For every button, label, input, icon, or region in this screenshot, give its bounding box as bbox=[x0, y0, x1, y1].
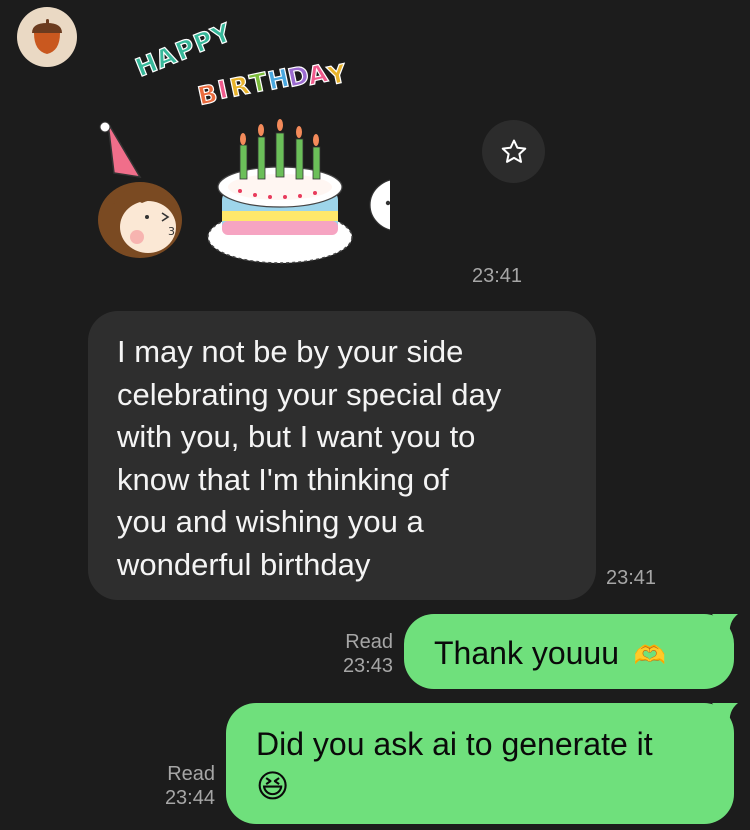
read-status: Read bbox=[345, 631, 393, 653]
read-status: Read bbox=[167, 763, 215, 785]
message-time: 23:41 bbox=[472, 265, 523, 287]
message-text: Thank youuu bbox=[434, 635, 620, 671]
birthday-sticker[interactable]: H A P P Y B I R T H D A Y 3 bbox=[90, 15, 446, 280]
heart-hands-emoji: 🫶 bbox=[633, 640, 667, 670]
bubble-tail bbox=[712, 703, 738, 725]
message-line: you and wishing you a bbox=[117, 504, 424, 539]
message-time: 23:41 bbox=[606, 567, 657, 589]
read-receipt: Read 23:43 bbox=[330, 630, 393, 678]
bubble-tail bbox=[712, 614, 738, 636]
svg-text:3: 3 bbox=[168, 225, 175, 238]
message-text: Did you ask ai to generate it bbox=[256, 726, 653, 762]
laughing-emoji: 😆 bbox=[256, 768, 290, 804]
message-line: know that I'm thinking of bbox=[117, 461, 449, 497]
message-line: I may not be by your side bbox=[117, 334, 464, 369]
sticker-favorite-button[interactable] bbox=[482, 120, 545, 183]
acorn-icon bbox=[32, 19, 62, 54]
message-line: with you, but I want you to bbox=[117, 419, 476, 454]
message-time: 23:44 bbox=[164, 787, 215, 809]
incoming-message-bubble[interactable]: I may not be by your side celebrating yo… bbox=[88, 311, 596, 600]
read-receipt: Read 23:44 bbox=[152, 762, 215, 810]
star-icon bbox=[501, 139, 526, 163]
outgoing-message-bubble[interactable]: Thank youuu 🫶 bbox=[404, 614, 734, 689]
outgoing-message-bubble[interactable]: Did you ask ai to generate it 😆 bbox=[226, 703, 734, 824]
message-line: celebrating your special day bbox=[117, 376, 502, 412]
contact-avatar[interactable] bbox=[17, 7, 77, 67]
message-time: 23:43 bbox=[342, 655, 393, 677]
message-line: wonderful birthday bbox=[117, 546, 371, 582]
